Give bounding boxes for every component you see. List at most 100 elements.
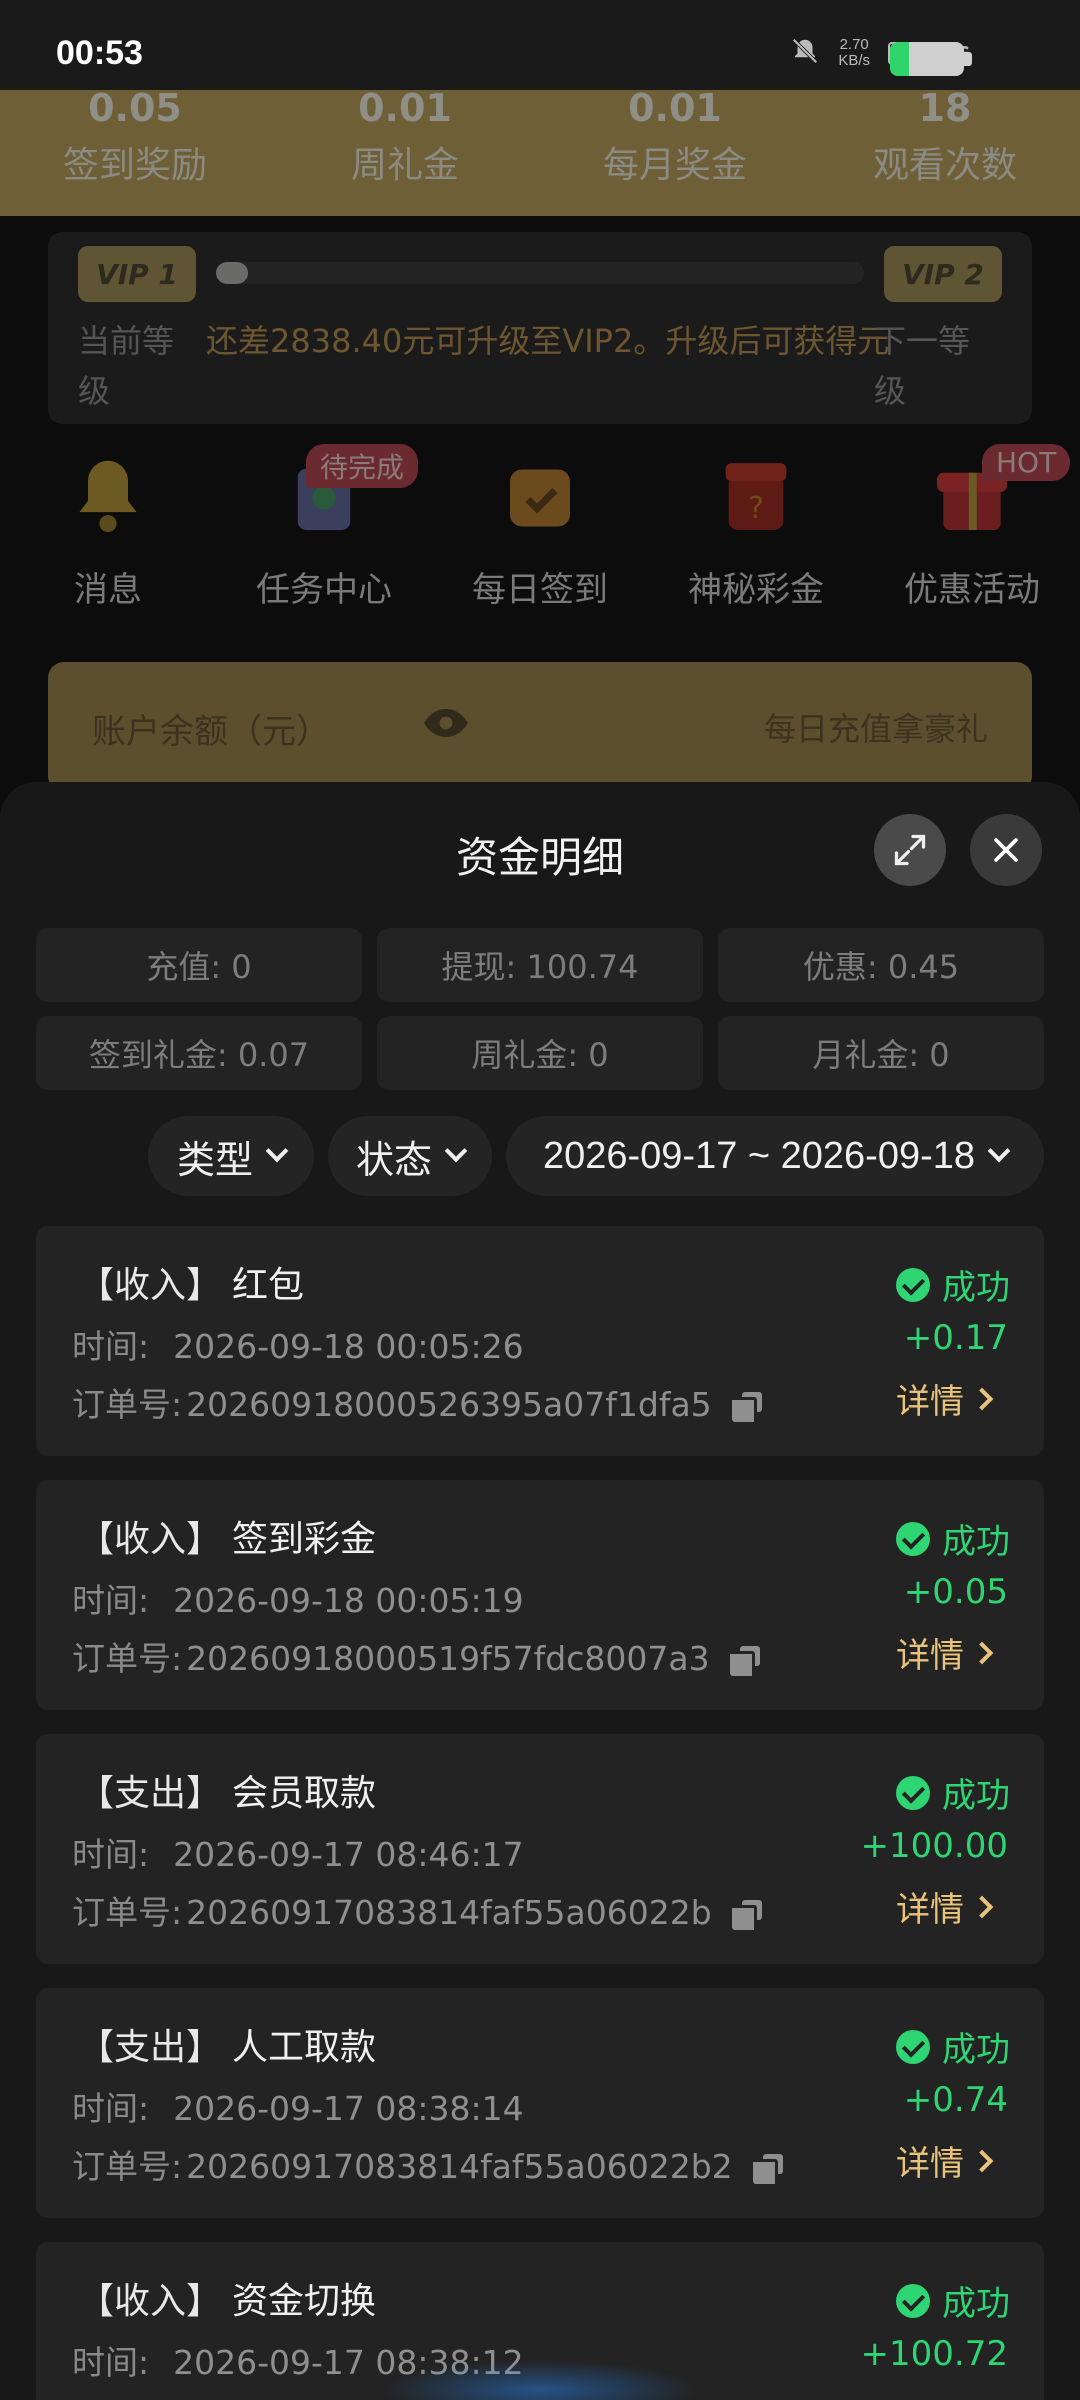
record-type: 【支出】 人工取款 — [78, 2018, 376, 2070]
summary-weekly-bonus: 周礼金: 0 — [377, 1016, 703, 1090]
check-circle-icon — [896, 1775, 930, 1810]
record-order: 订单号: — [72, 2394, 186, 2400]
copy-icon[interactable] — [731, 1899, 762, 1930]
balance-label: 账户余额（元） — [92, 712, 330, 752]
time-prefix: 时间: — [72, 1581, 150, 1620]
record-amount: +0.17 — [903, 1318, 1008, 1358]
shortcut-task-center[interactable]: 待完成 任务中心 — [216, 444, 432, 611]
chevron-down-icon — [444, 1139, 468, 1163]
record-time-value: 2026-09-17 08:38:14 — [173, 2089, 524, 2128]
vip-current-badge: VIP 1 — [78, 246, 196, 302]
calendar-check-icon — [432, 452, 648, 538]
record-item[interactable]: 【收入】 签到彩金 时间: 2026-09-18 00:05:19 订单号: 2026… — [36, 1480, 1044, 1710]
close-icon — [994, 838, 1018, 862]
stat-value: 0.01 — [358, 86, 452, 130]
close-button[interactable] — [970, 814, 1042, 886]
shortcut-messages[interactable]: 消息 — [0, 452, 216, 611]
stat-value: 18 — [918, 86, 972, 130]
record-status: 成功 — [896, 2022, 1010, 2071]
shortcut-promotions[interactable]: HOT 优惠活动 — [864, 444, 1080, 611]
shortcut-daily-checkin[interactable]: 每日签到 — [432, 452, 648, 611]
stat-value: 0.01 — [628, 86, 722, 130]
record-time-value: 2026-09-18 00:05:26 — [173, 1327, 524, 1366]
vip-next-level-label: 下一等级 — [874, 322, 971, 410]
detail-label: 详情 — [896, 2144, 964, 2184]
check-circle-icon — [896, 1521, 930, 1556]
record-detail-link[interactable]: 详情 — [896, 1628, 994, 1677]
network-speed-unit: KB/s — [838, 52, 871, 69]
shortcut-label: 任务中心 — [256, 570, 392, 610]
vip-next-badge: VIP 2 — [884, 246, 1002, 302]
order-prefix: 订单号: — [72, 1385, 183, 1424]
record-item[interactable]: 【收入】 红包 时间: 2026-09-18 00:05:26 订单号: 202609… — [36, 1226, 1044, 1456]
chevron-right-icon — [970, 2149, 994, 2172]
record-item[interactable]: 【支出】 人工取款 时间: 2026-09-17 08:38:14 订单号: 2026… — [36, 1988, 1044, 2218]
shortcut-label: 优惠活动 — [904, 570, 1040, 610]
pending-tag: 待完成 — [306, 444, 419, 488]
record-amount: +100.00 — [860, 1826, 1008, 1866]
shortcut-label: 消息 — [74, 570, 142, 610]
order-prefix: 订单号: — [72, 1893, 183, 1932]
status-filter[interactable]: 状态 — [328, 1116, 492, 1196]
eye-icon[interactable] — [422, 706, 470, 749]
order-prefix: 订单号: — [72, 1639, 183, 1678]
date-range-filter[interactable]: 2026-09-17 ~ 2026-09-18 — [506, 1116, 1044, 1196]
summary-withdraw: 提现: 100.74 — [377, 928, 703, 1002]
copy-icon[interactable] — [729, 1645, 760, 1676]
record-time: 时间: 2026-09-17 08:46:17 — [72, 1828, 524, 1876]
svg-text:?: ? — [748, 491, 764, 526]
summary-recharge: 充值: 0 — [36, 928, 362, 1002]
record-type: 【收入】 资金切换 — [78, 2272, 376, 2324]
shortcut-label: 每日签到 — [472, 570, 608, 610]
detail-label: 详情 — [896, 1890, 964, 1930]
record-status-label: 成功 — [942, 2284, 1010, 2324]
record-status-label: 成功 — [942, 1776, 1010, 1816]
recharge-promo[interactable]: 每日充值拿豪礼 — [764, 704, 988, 750]
record-order-value: 20260918000526395a07f1dfa5 — [186, 1385, 712, 1424]
shortcut-label: 神秘彩金 — [688, 570, 824, 610]
record-detail-link[interactable]: 详情 — [896, 1882, 994, 1931]
chevron-right-icon — [970, 1641, 994, 1664]
record-name: 资金切换 — [232, 2281, 377, 2322]
vip-progress-card: VIP 1 VIP 2 当前等级 还差2838.40元可升级至VIP2。升级后可… — [48, 232, 1032, 424]
record-status-label: 成功 — [942, 1268, 1010, 1308]
record-amount: +0.74 — [903, 2080, 1008, 2120]
record-time-value: 2026-09-17 08:46:17 — [173, 1835, 524, 1874]
vip-progress-fill — [216, 262, 249, 284]
copy-icon[interactable] — [731, 1391, 762, 1422]
stat-weekly-bonus: 0.01 周礼金 — [270, 86, 540, 216]
record-direction: 【收入】 — [78, 2281, 223, 2322]
record-status-label: 成功 — [942, 1522, 1010, 1562]
record-direction: 【收入】 — [78, 1519, 223, 1560]
record-item[interactable]: 【支出】 会员取款 时间: 2026-09-17 08:46:17 订单号: 2026… — [36, 1734, 1044, 1964]
record-name: 签到彩金 — [232, 1519, 377, 1560]
summary-checkin-bonus: 签到礼金: 0.07 — [36, 1016, 362, 1090]
vip-current-level-label: 当前等级 — [78, 322, 175, 410]
stat-label: 签到奖励 — [62, 145, 207, 186]
record-detail-link[interactable]: 详情 — [896, 1374, 994, 1423]
record-detail-link[interactable]: 详情 — [896, 2136, 994, 2185]
record-time: 时间: 2026-09-17 08:38:14 — [72, 2082, 524, 2130]
record-direction: 【支出】 — [78, 2027, 223, 2068]
date-range-label: 2026-09-17 ~ 2026-09-18 — [542, 1134, 976, 1177]
copy-icon[interactable] — [752, 2153, 783, 2184]
status-clock: 00:53 — [56, 34, 143, 72]
mystery-box-icon: ? — [648, 452, 864, 538]
record-order: 订单号: 20260917083814faf55a06022b2 — [72, 2140, 783, 2188]
record-amount: +100.72 — [860, 2334, 1008, 2374]
expand-button[interactable] — [874, 814, 946, 886]
record-time: 时间: 2026-09-18 00:05:26 — [72, 1320, 524, 1368]
chevron-right-icon — [970, 1895, 994, 1918]
record-name: 会员取款 — [232, 1773, 377, 1814]
battery-icon — [890, 42, 964, 76]
stat-view-count: 18 观看次数 — [810, 86, 1080, 216]
bottom-glow — [380, 2360, 700, 2400]
shortcut-mystery-bonus[interactable]: ? 神秘彩金 — [648, 452, 864, 611]
vip-progress-bar — [216, 262, 864, 284]
record-status: 成功 — [896, 1260, 1010, 1309]
record-detail-link[interactable]: 详情 — [896, 2390, 990, 2400]
type-filter[interactable]: 类型 — [148, 1116, 314, 1196]
hot-tag: HOT — [982, 444, 1071, 481]
check-circle-icon — [896, 2029, 930, 2064]
record-status: 成功 — [896, 2276, 1010, 2325]
